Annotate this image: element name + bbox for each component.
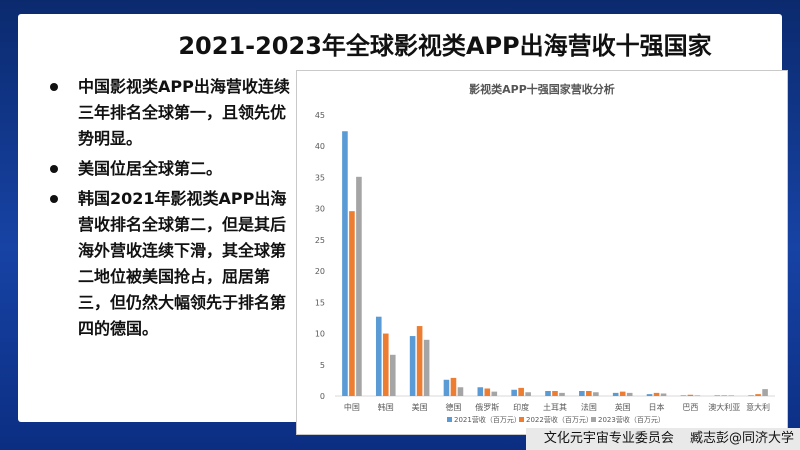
y-tick-label: 25	[315, 236, 325, 245]
y-tick-label: 35	[315, 173, 325, 182]
bar	[375, 316, 382, 396]
bullet-dot	[50, 83, 58, 91]
legend-swatch	[447, 417, 452, 422]
y-tick-label: 0	[320, 392, 325, 401]
bullet-dot	[50, 195, 58, 203]
bar	[586, 391, 592, 396]
footer-bar: 文化元宇宙专业委员会 臧志彭@同济大学	[525, 428, 800, 450]
bar	[755, 394, 761, 396]
bar	[714, 395, 721, 396]
bar	[525, 392, 531, 396]
x-tick-label: 韩国	[378, 402, 394, 412]
bar	[342, 131, 348, 397]
bar	[443, 379, 450, 396]
x-tick-label: 巴西	[682, 403, 698, 412]
x-tick-label: 土耳其	[543, 402, 567, 412]
bar	[477, 387, 484, 396]
bar	[491, 391, 498, 396]
bar	[612, 392, 619, 396]
legend-swatch	[519, 417, 524, 422]
x-tick-label: 日本	[649, 402, 665, 412]
bar-chart: 0 5 10 15 20 25 30 35 40 45 中国 韩国 美国 德国 俄罗斯 印度 土耳其 法国 英国 日本…	[315, 111, 775, 424]
bar	[484, 388, 491, 396]
bar	[559, 392, 565, 396]
slide-title: 2021-2023年全球影视类APP出海营收十强国家	[178, 32, 712, 60]
bar	[653, 392, 660, 396]
x-tick-label: 意大利	[746, 402, 770, 412]
bar	[450, 377, 457, 396]
y-tick-label: 10	[315, 330, 325, 339]
legend-label: 2022营收（百万元）	[526, 415, 593, 424]
bar	[545, 391, 551, 396]
bar	[646, 394, 653, 396]
bar	[382, 333, 389, 396]
bar	[748, 395, 754, 396]
y-tick-label: 15	[315, 298, 325, 307]
bar	[552, 391, 558, 396]
bar	[762, 389, 768, 396]
x-tick-label: 法国	[581, 402, 597, 412]
bar	[680, 395, 687, 396]
bar	[660, 393, 667, 396]
y-tick-label: 20	[315, 267, 325, 276]
x-tick-label: 德国	[445, 402, 461, 412]
bullet-item: 韩国2021年影视类APP出海营收排名全球第二，但是其后海外营收连续下滑，其全球…	[48, 186, 293, 342]
bullet-dot	[50, 165, 58, 173]
x-tick-label: 印度	[513, 402, 529, 412]
bar	[518, 387, 524, 396]
x-tick-label: 澳大利亚	[708, 402, 740, 412]
x-tick-label: 俄罗斯	[475, 402, 499, 412]
bullet-item: 中国影视类APP出海营收连续三年排名全球第一，且领先优势明显。	[48, 74, 293, 152]
footer-author: 臧志彭@同济大学	[689, 431, 794, 446]
bar	[579, 391, 585, 396]
x-tick-label: 英国	[615, 402, 631, 412]
chart-container: 影视类APP十强国家营收分析 0 5 10 15 20 25 30 35 40 45 中国 韩国 美国德…	[296, 70, 788, 435]
bar	[687, 394, 694, 396]
bar	[423, 339, 430, 396]
bar	[694, 395, 701, 396]
bar	[409, 336, 416, 396]
bullet-item: 美国位居全球第二。	[48, 156, 293, 182]
bar	[457, 387, 464, 396]
bullet-text: 美国位居全球第二。	[78, 159, 223, 178]
bar	[619, 391, 626, 396]
legend-swatch	[591, 417, 596, 422]
footer-org: 文化元宇宙专业委员会	[543, 431, 674, 446]
bar	[728, 395, 735, 396]
legend-label: 2021营收（百万元）	[454, 415, 521, 424]
bar	[416, 326, 423, 396]
bullet-list: 中国影视类APP出海营收连续三年排名全球第一，且领先优势明显。 美国位居全球第二…	[48, 74, 293, 346]
legend-label: 2023营收（百万元）	[598, 415, 665, 424]
bar	[511, 389, 517, 396]
bar	[721, 395, 728, 396]
x-tick-label: 美国	[412, 402, 428, 412]
y-tick-label: 45	[315, 111, 325, 120]
bar	[389, 354, 396, 396]
x-tick-label: 中国	[344, 402, 360, 412]
bar	[349, 211, 355, 396]
slide: 2021-2023年全球影视类APP出海营收十强国家 中国影视类APP出海营收连…	[18, 14, 788, 435]
y-tick-label: 30	[315, 205, 325, 214]
bar	[593, 392, 599, 396]
y-tick-label: 40	[315, 142, 325, 151]
bullet-text: 韩国2021年影视类APP出海营收排名全球第二，但是其后海外营收连续下滑，其全球…	[78, 189, 287, 338]
bullet-text: 中国影视类APP出海营收连续三年排名全球第一，且领先优势明显。	[78, 77, 290, 148]
bar	[356, 176, 362, 396]
y-tick-label: 5	[320, 361, 325, 370]
bar	[626, 392, 633, 396]
